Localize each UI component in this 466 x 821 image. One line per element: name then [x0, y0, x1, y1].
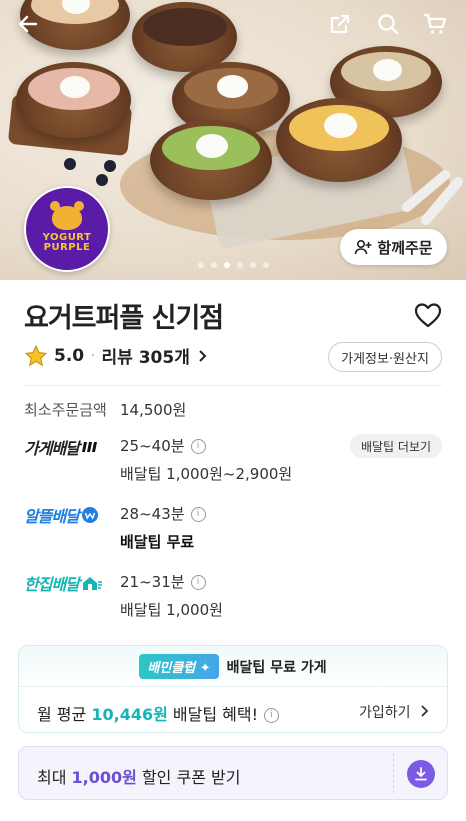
group-order-label: 함께주문: [377, 238, 433, 257]
share-icon: [330, 14, 350, 34]
bowl-image: [16, 62, 131, 138]
club-amount: 10,446원: [91, 705, 168, 724]
coupon-suffix: 할인 쿠폰 받기: [136, 768, 241, 787]
store-delivery-label: 가게배달: [24, 439, 80, 458]
star-icon: [24, 344, 48, 366]
carousel-dot: [223, 262, 230, 268]
search-icon: [378, 14, 399, 35]
baemin-club-banner[interactable]: 배민클럽 ✦ 배달팁 무료 가게 월 평균 10,446원 배달팁 혜택! i 가…: [18, 645, 448, 733]
cart-icon: [423, 13, 447, 34]
divider: [24, 385, 442, 386]
info-icon[interactable]: i: [264, 708, 279, 723]
info-icon[interactable]: i: [190, 575, 206, 590]
store-info-button[interactable]: 가게정보·원산지: [328, 342, 442, 372]
bowl-image: [276, 98, 402, 182]
house-icon: [82, 577, 102, 590]
carousel-dot: [236, 262, 243, 268]
bowl-image: [150, 120, 272, 200]
club-headline: 배달팁 무료 가게: [226, 659, 327, 676]
saver-delivery-brand: 알뜰배달: [24, 503, 99, 527]
time-text: 21~31분: [120, 573, 185, 591]
cart-button[interactable]: [420, 8, 452, 40]
coupon-perforation: [393, 753, 395, 793]
club-badge: 배민클럽 ✦: [139, 654, 219, 679]
single-delivery-brand: 한집배달: [24, 571, 103, 595]
saver-delivery-icon: [81, 507, 98, 523]
info-icon[interactable]: i: [190, 507, 206, 522]
store-name: 요거트퍼플 신기점: [24, 303, 224, 334]
blueberry-decor: [64, 158, 76, 170]
saver-delivery-label: 알뜰배달: [24, 507, 80, 526]
store-delivery-tip: 배달팁 1,000원~2,900원: [120, 465, 293, 483]
review-count[interactable]: 리뷰 305개: [102, 343, 190, 368]
club-text-prefix: 월 평균: [37, 705, 92, 724]
delivery-tip-more-button[interactable]: 배달팁 더보기: [350, 434, 442, 458]
club-benefit-text: 월 평균 10,446원 배달팁 혜택! i: [37, 701, 279, 725]
carousel-indicator: [0, 262, 466, 268]
rating-value: 5.0: [54, 345, 85, 366]
blueberry-decor: [96, 174, 108, 186]
coupon-prefix: 최대: [37, 768, 72, 787]
group-order-button[interactable]: 함께주문: [340, 229, 447, 265]
back-button[interactable]: [12, 8, 44, 40]
bear-icon: [50, 200, 84, 230]
coupon-amount: 1,000원: [71, 768, 137, 787]
single-delivery-label: 한집배달: [24, 575, 80, 594]
single-delivery-tip: 배달팁 1,000원: [120, 601, 223, 619]
info-icon[interactable]: i: [190, 439, 206, 454]
coupon-text: 최대 1,000원 할인 쿠폰 받기: [37, 764, 240, 788]
back-arrow-icon: [18, 15, 38, 33]
club-join-label: 가입하기: [359, 705, 411, 721]
store-logo: YOGURT PURPLE: [24, 186, 110, 272]
rating-row[interactable]: 5.0 · 리뷰 305개: [24, 343, 210, 368]
club-badge-text: 배민클럽: [147, 661, 196, 676]
carousel-dot: [262, 262, 269, 268]
blueberry-decor: [104, 160, 116, 172]
coupon-download-button[interactable]: [407, 760, 435, 788]
favorite-heart-icon[interactable]: [414, 302, 442, 328]
store-delivery-brand: 가게배달: [24, 435, 99, 459]
divider: [19, 686, 447, 687]
store-delivery-icon: [81, 442, 97, 452]
download-icon: [415, 767, 427, 781]
carousel-dot: [197, 262, 204, 268]
store-delivery-time: 25~40분 i: [120, 435, 206, 456]
search-button[interactable]: [372, 8, 404, 40]
carousel-dot: [210, 262, 217, 268]
single-delivery-time: 21~31분 i: [120, 571, 206, 592]
min-order-value: 14,500원: [120, 401, 187, 419]
chevron-right-icon: [199, 349, 207, 362]
add-person-icon: [355, 239, 372, 255]
min-order-label: 최소주문금액: [24, 401, 107, 419]
separator-dot: ·: [90, 345, 96, 366]
share-button[interactable]: [324, 8, 356, 40]
club-header: 배민클럽 ✦ 배달팁 무료 가게: [19, 654, 447, 679]
saver-delivery-time: 28~43분 i: [120, 503, 206, 524]
club-text-suffix: 배달팁 혜택!: [167, 705, 258, 724]
club-join-link[interactable]: 가입하기: [359, 702, 429, 722]
time-text: 28~43분: [120, 505, 185, 523]
coupon-banner[interactable]: 최대 1,000원 할인 쿠폰 받기: [18, 746, 448, 800]
chevron-right-icon: [421, 705, 429, 717]
carousel-dot: [249, 262, 256, 268]
logo-text-2: PURPLE: [43, 241, 91, 253]
logo-text-1: YOGURT: [42, 231, 92, 243]
saver-delivery-tip: 배달팁 무료: [120, 533, 195, 551]
hero-image[interactable]: YOGURT PURPLE 함께주문: [0, 0, 466, 280]
time-text: 25~40분: [120, 437, 185, 455]
